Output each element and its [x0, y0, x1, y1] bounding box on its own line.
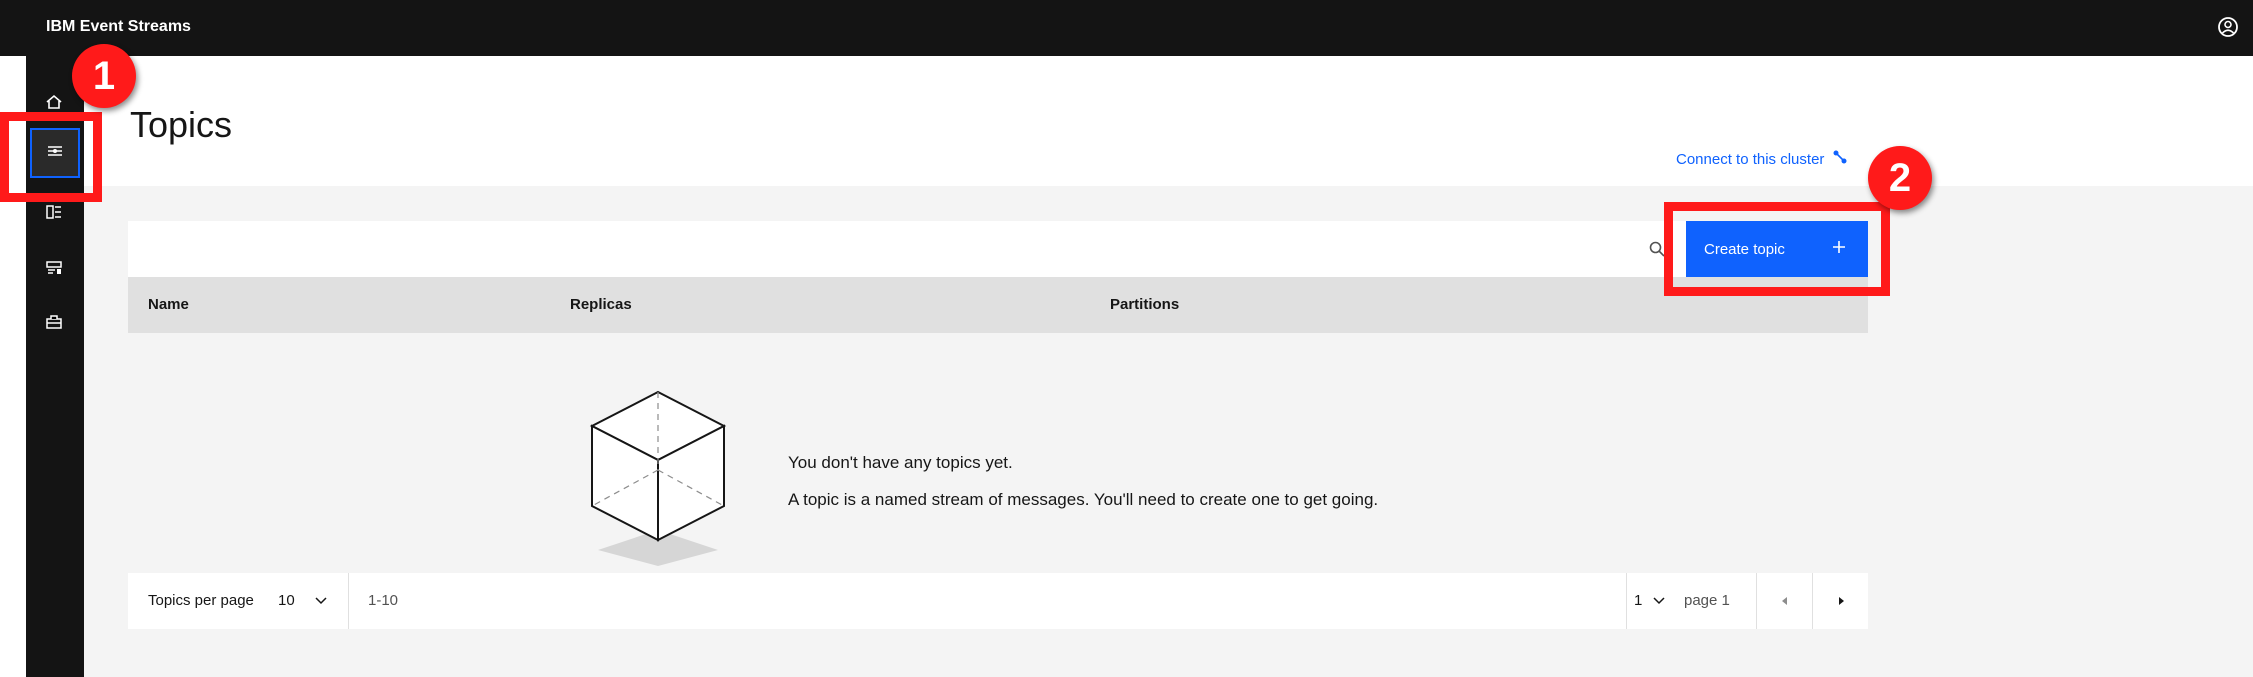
consumer-groups-icon[interactable] — [42, 200, 66, 224]
toolbox-icon[interactable] — [42, 310, 66, 334]
home-icon[interactable] — [42, 90, 66, 114]
divider — [348, 573, 349, 629]
caret-left-icon — [1780, 593, 1790, 610]
page-title: Topics — [130, 104, 233, 145]
column-header-name[interactable]: Name — [148, 296, 189, 313]
callout-badge-1: 1 — [72, 44, 136, 108]
callout-highlight-topics — [0, 112, 102, 202]
previous-page-button[interactable] — [1757, 573, 1813, 629]
page-number-select[interactable]: 1 — [1634, 592, 1642, 609]
pagination-bar: Topics per page 10 1-10 1 page 1 — [128, 573, 1868, 629]
items-per-page-select[interactable]: 10 — [278, 592, 295, 609]
table-header: Name Replicas Partitions — [128, 277, 1868, 333]
callout-badge-2: 2 — [1868, 146, 1932, 210]
column-header-partitions[interactable]: Partitions — [1110, 296, 1179, 313]
divider — [1626, 573, 1627, 629]
table-toolbar — [128, 221, 1868, 277]
top-header: IBM Event Streams — [0, 0, 2253, 56]
empty-state-cube-illustration — [588, 390, 728, 570]
connect-to-cluster-link[interactable]: Connect to this cluster — [1676, 149, 1848, 169]
callout-highlight-create-topic — [1664, 202, 1890, 296]
user-avatar-icon[interactable] — [2217, 16, 2239, 38]
connect-icon — [1832, 149, 1848, 169]
connect-link-label: Connect to this cluster — [1676, 150, 1825, 168]
caret-right-icon — [1836, 593, 1846, 610]
column-header-replicas[interactable]: Replicas — [570, 296, 632, 313]
chevron-down-icon[interactable] — [314, 593, 328, 607]
items-range: 1-10 — [368, 592, 399, 609]
empty-state-description: A topic is a named stream of messages. Y… — [788, 490, 1379, 509]
items-per-page-label: Topics per page — [148, 592, 254, 609]
chevron-down-icon[interactable] — [1652, 593, 1666, 607]
app-title: IBM Event Streams — [46, 18, 191, 35]
page-of-label: page 1 — [1684, 592, 1730, 609]
schema-registry-icon[interactable] — [42, 256, 66, 280]
next-page-button[interactable] — [1813, 573, 1868, 629]
empty-state-title: You don't have any topics yet. — [788, 453, 1013, 472]
